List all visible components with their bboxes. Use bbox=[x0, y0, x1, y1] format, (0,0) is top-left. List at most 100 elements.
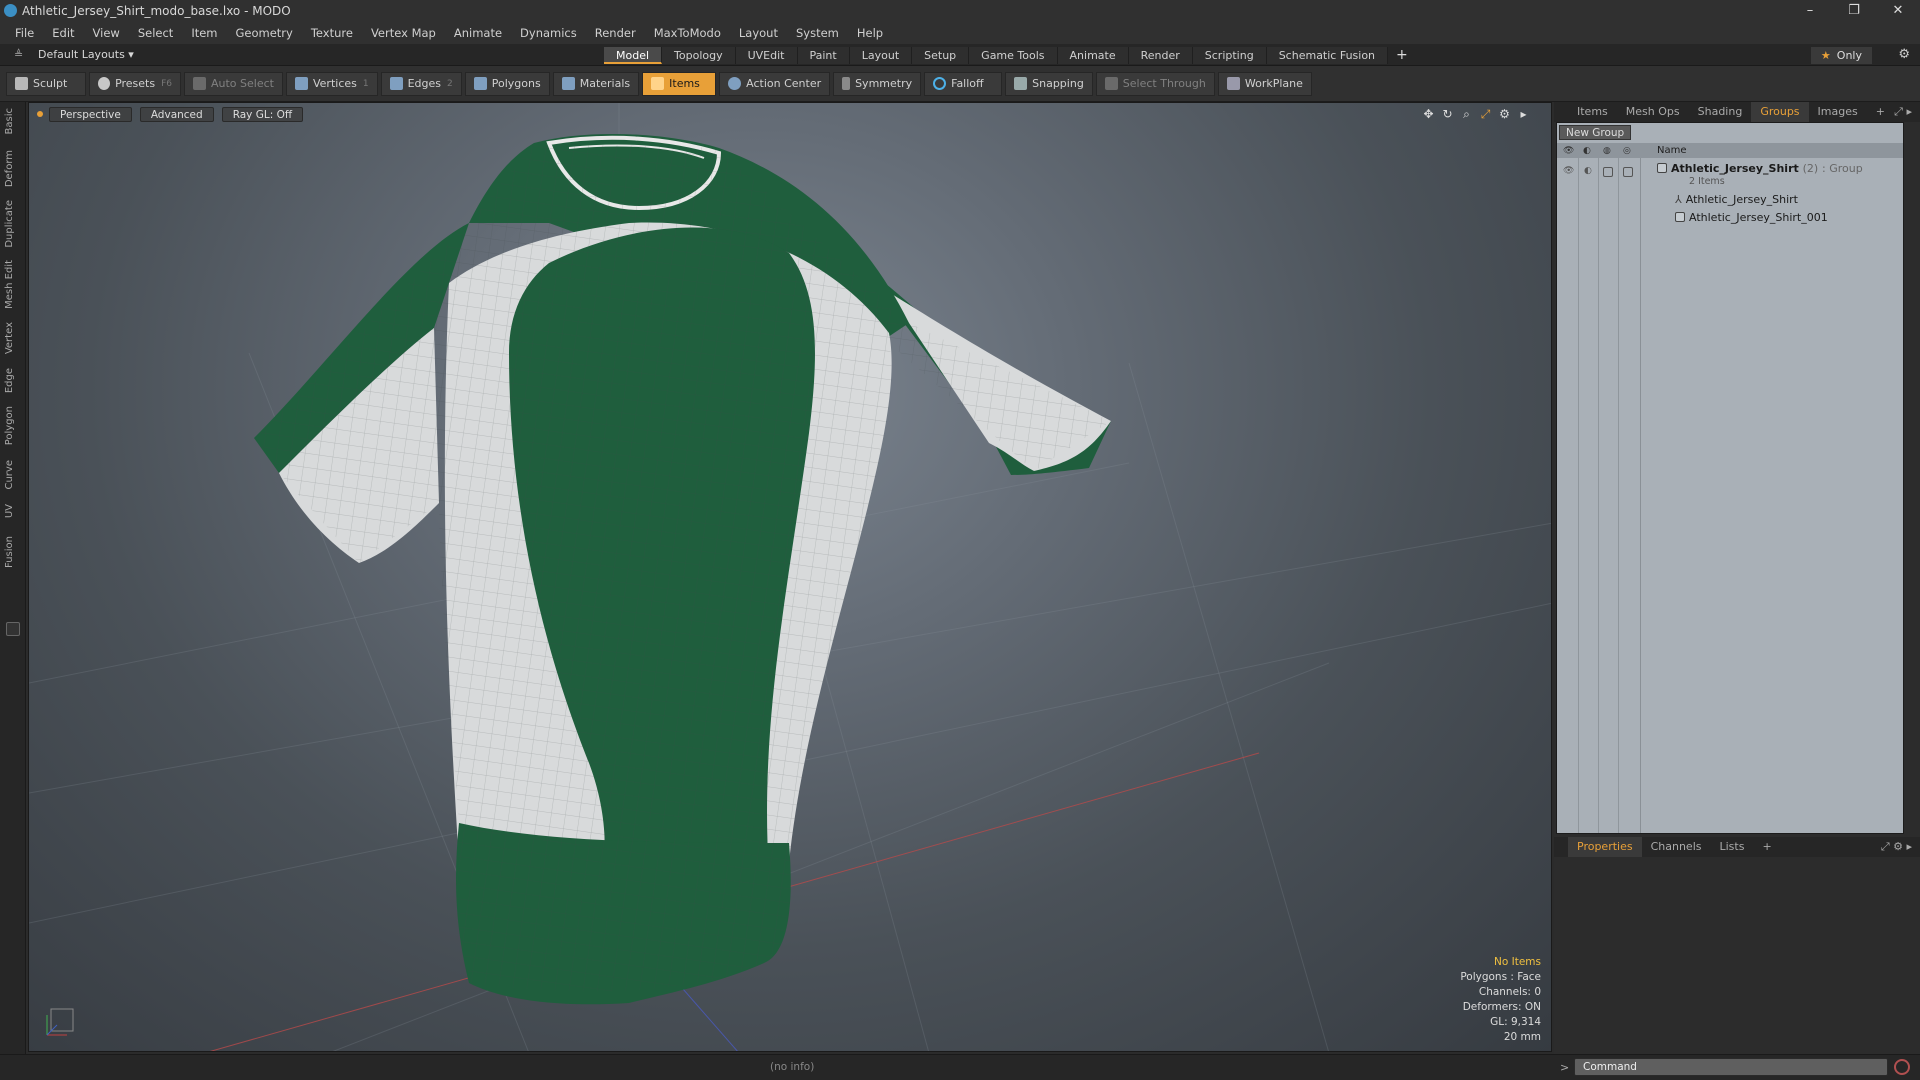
falloff-icon bbox=[933, 77, 947, 90]
left-tab-edge[interactable]: Edge bbox=[4, 368, 15, 393]
visibility-column-icon: 👁 bbox=[1563, 146, 1575, 156]
symmetry-icon bbox=[842, 77, 851, 90]
menu-bar: File Edit View Select Item Geometry Text… bbox=[0, 22, 1920, 44]
pan-icon[interactable]: ✥ bbox=[1419, 107, 1438, 122]
workplane-icon bbox=[1226, 77, 1240, 90]
left-tab-curve[interactable]: Curve bbox=[4, 460, 15, 490]
tab-mesh-ops[interactable]: Mesh Ops bbox=[1617, 102, 1689, 122]
tab-animate[interactable]: Animate bbox=[1057, 47, 1129, 64]
maximize-button[interactable]: ❐ bbox=[1832, 0, 1876, 22]
menu-system[interactable]: System bbox=[787, 26, 848, 40]
tab-properties[interactable]: Properties bbox=[1568, 837, 1642, 857]
vertices-button[interactable]: Vertices 1 bbox=[285, 71, 378, 96]
menu-help[interactable]: Help bbox=[848, 26, 892, 40]
groups-column-header: 👁 ◐ ◍ ◎ Name bbox=[1557, 143, 1903, 158]
expand-panel-icon[interactable]: ⤢ ▸ bbox=[1894, 105, 1912, 119]
close-button[interactable]: ✕ bbox=[1876, 0, 1920, 22]
left-tab-vertex[interactable]: Vertex bbox=[4, 322, 15, 354]
layout-selector[interactable]: ≜ Default Layouts ▾ bbox=[14, 48, 134, 61]
viewport-menu-arrow-icon[interactable]: ▸ bbox=[1514, 107, 1533, 122]
minimize-button[interactable]: – bbox=[1788, 0, 1832, 22]
polygons-button[interactable]: Polygons bbox=[464, 71, 550, 96]
eye-toggle-icon[interactable]: 👁 bbox=[1563, 166, 1574, 176]
left-tab-deform[interactable]: Deform bbox=[4, 150, 15, 187]
group-child-row[interactable]: ⅄ Athletic_Jersey_Shirt bbox=[1641, 191, 1903, 209]
command-input[interactable]: Command bbox=[1574, 1058, 1888, 1076]
tab-setup[interactable]: Setup bbox=[912, 47, 970, 64]
menu-texture[interactable]: Texture bbox=[302, 26, 362, 40]
select-through-button[interactable]: Select Through bbox=[1095, 71, 1215, 96]
tab-lists[interactable]: Lists bbox=[1711, 837, 1754, 857]
tab-images[interactable]: Images bbox=[1809, 102, 1867, 122]
tab-paint[interactable]: Paint bbox=[797, 47, 850, 64]
tab-layout[interactable]: Layout bbox=[849, 47, 913, 64]
menu-file[interactable]: File bbox=[6, 26, 43, 40]
menu-layout[interactable]: Layout bbox=[730, 26, 787, 40]
tab-channels[interactable]: Channels bbox=[1642, 837, 1711, 857]
workplane-button[interactable]: WorkPlane bbox=[1217, 71, 1312, 96]
menu-geometry[interactable]: Geometry bbox=[227, 26, 302, 40]
presets-icon bbox=[98, 77, 111, 90]
items-button[interactable]: Items bbox=[642, 71, 717, 96]
lock-toggle[interactable] bbox=[1603, 167, 1613, 177]
tab-scripting[interactable]: Scripting bbox=[1192, 47, 1267, 64]
tab-uvedit[interactable]: UVEdit bbox=[735, 47, 798, 64]
raygl-button[interactable]: Ray GL: Off bbox=[221, 107, 304, 122]
tab-schematic-fusion[interactable]: Schematic Fusion bbox=[1266, 47, 1389, 64]
view-settings-gear-icon[interactable]: ⚙ bbox=[1495, 107, 1514, 122]
props-options-icon[interactable]: ⤢ ⚙ ▸ bbox=[1881, 840, 1912, 854]
left-tab-fusion[interactable]: Fusion bbox=[4, 536, 15, 568]
3d-viewport[interactable]: Perspective Advanced Ray GL: Off ✥ ↻ ⌕ ⤢… bbox=[28, 102, 1552, 1052]
record-macro-icon[interactable] bbox=[1894, 1059, 1910, 1075]
render-toggle-icon[interactable]: ◐ bbox=[1584, 166, 1592, 176]
orbit-icon[interactable]: ↻ bbox=[1438, 107, 1457, 122]
add-props-tab-button[interactable]: + bbox=[1753, 837, 1780, 857]
viewport-scene bbox=[29, 103, 1551, 1051]
menu-vertex-map[interactable]: Vertex Map bbox=[362, 26, 445, 40]
menu-maxtomodo[interactable]: MaxToModo bbox=[645, 26, 730, 40]
left-tab-mesh-edit[interactable]: Mesh Edit bbox=[4, 260, 15, 309]
tab-model[interactable]: Model bbox=[604, 47, 663, 64]
symmetry-button[interactable]: Symmetry bbox=[833, 71, 922, 96]
menu-view[interactable]: View bbox=[84, 26, 129, 40]
left-tab-basic[interactable]: Basic bbox=[4, 108, 15, 134]
add-panel-tab-button[interactable]: + bbox=[1867, 102, 1894, 122]
left-tab-polygon[interactable]: Polygon bbox=[4, 406, 15, 445]
tab-game-tools[interactable]: Game Tools bbox=[969, 47, 1058, 64]
properties-panel: Properties Channels Lists + ⤢ ⚙ ▸ bbox=[1554, 837, 1920, 1054]
menu-item[interactable]: Item bbox=[182, 26, 226, 40]
tab-shading[interactable]: Shading bbox=[1689, 102, 1752, 122]
edges-button[interactable]: Edges 2 bbox=[380, 71, 462, 96]
left-tab-uv[interactable]: UV bbox=[4, 504, 15, 518]
left-tab-duplicate[interactable]: Duplicate bbox=[4, 200, 15, 248]
add-tab-button[interactable]: + bbox=[1388, 47, 1416, 64]
tab-render[interactable]: Render bbox=[1128, 47, 1193, 64]
view-mode-button[interactable]: Perspective bbox=[49, 107, 132, 122]
zoom-icon[interactable]: ⌕ bbox=[1457, 107, 1476, 122]
column-divider bbox=[1618, 158, 1619, 833]
only-toggle[interactable]: ★ Only bbox=[1810, 47, 1872, 64]
menu-select[interactable]: Select bbox=[129, 26, 182, 40]
gear-icon[interactable]: ⚙ bbox=[1898, 47, 1910, 62]
tab-groups[interactable]: Groups bbox=[1751, 102, 1809, 122]
select-toggle[interactable] bbox=[1623, 167, 1633, 177]
panel-toggle-icon[interactable] bbox=[6, 622, 20, 636]
sculpt-button[interactable]: Sculpt bbox=[6, 71, 86, 96]
snapping-button[interactable]: Snapping bbox=[1005, 71, 1093, 96]
tab-topology[interactable]: Topology bbox=[662, 47, 736, 64]
presets-button[interactable]: Presets F6 bbox=[89, 71, 181, 96]
action-center-button[interactable]: Action Center bbox=[719, 71, 831, 96]
group-child-row[interactable]: Athletic_Jersey_Shirt_001 bbox=[1641, 209, 1903, 227]
new-group-button[interactable]: New Group bbox=[1559, 125, 1632, 140]
maximize-view-icon[interactable]: ⤢ bbox=[1476, 107, 1495, 122]
falloff-button[interactable]: Falloff bbox=[924, 71, 1003, 96]
materials-button[interactable]: Materials bbox=[552, 71, 640, 96]
tab-items[interactable]: Items bbox=[1568, 102, 1617, 122]
menu-animate[interactable]: Animate bbox=[445, 26, 511, 40]
viewport-info-overlay: No Items Polygons : Face Channels: 0 Def… bbox=[1460, 955, 1541, 1045]
menu-dynamics[interactable]: Dynamics bbox=[511, 26, 586, 40]
menu-edit[interactable]: Edit bbox=[43, 26, 83, 40]
shading-mode-button[interactable]: Advanced bbox=[139, 107, 214, 122]
auto-select-button[interactable]: Auto Select bbox=[184, 71, 283, 96]
menu-render[interactable]: Render bbox=[586, 26, 645, 40]
